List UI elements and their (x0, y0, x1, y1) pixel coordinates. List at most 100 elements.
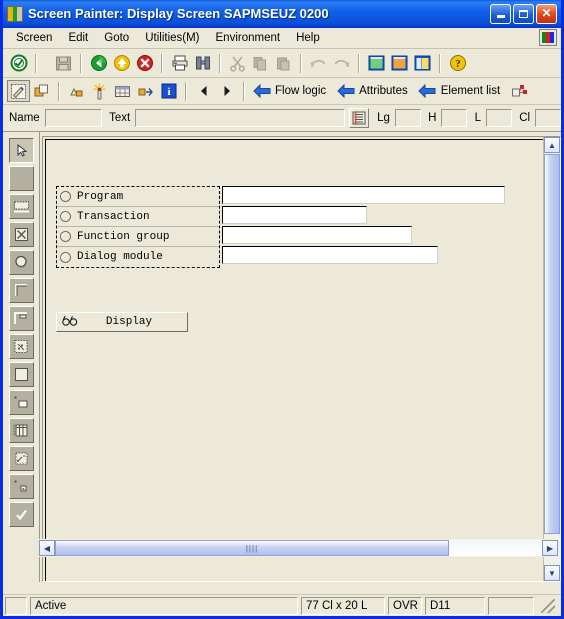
scroll-left-arrow[interactable]: ◀ (39, 540, 55, 556)
menu-item-screen[interactable]: Screen (8, 31, 60, 46)
frame-tool[interactable] (8, 278, 34, 303)
attributes-label: Attributes (359, 85, 408, 97)
maximize-button[interactable] (513, 3, 534, 24)
radio-button-icon[interactable] (60, 251, 71, 263)
radio-row-program[interactable]: Program (57, 187, 219, 207)
menu-item-environment[interactable]: Environment (208, 31, 289, 46)
confirm-tool[interactable] (8, 502, 34, 527)
checkbox-tool[interactable] (8, 222, 34, 247)
find-binoculars-icon[interactable] (191, 52, 214, 74)
main-toolbar: ? (3, 49, 561, 78)
element-tree-icon[interactable] (508, 80, 531, 102)
minimize-button[interactable] (490, 3, 511, 24)
menu-item-utilities[interactable]: Utilities(M) (137, 31, 207, 46)
save-icon (52, 52, 75, 74)
status-dimensions: 77 Cl x 20 L (301, 596, 385, 615)
blue-left-arrow-icon (250, 80, 273, 102)
pushbutton-tool[interactable] (8, 390, 34, 415)
scroll-down-arrow[interactable]: ▼ (544, 565, 560, 581)
radio-button-icon[interactable] (60, 231, 71, 242)
scroll-right-arrow[interactable]: ▶ (542, 540, 558, 556)
radio-row-dialog-module[interactable]: Dialog module (57, 247, 219, 267)
name-label: Name (9, 112, 40, 124)
radio-label-function-group: Function group (77, 230, 170, 243)
exit-yellow-arrow-icon[interactable] (110, 52, 133, 74)
radio-button-icon[interactable] (60, 191, 71, 202)
menu-bar: Screen Edit Goto Utilities(M) Environmen… (3, 28, 561, 49)
l-input[interactable] (486, 109, 512, 127)
canvas-horizontal-scrollbar[interactable]: ◀ |||| ▶ (39, 539, 558, 557)
enter-check-icon[interactable] (7, 52, 30, 74)
blank-tool[interactable] (8, 166, 34, 191)
menu-item-help[interactable]: Help (288, 31, 328, 46)
status-insert-mode[interactable]: OVR (388, 596, 422, 615)
window-orange-icon[interactable] (388, 52, 411, 74)
lg-input[interactable] (394, 109, 421, 127)
help-question-icon[interactable]: ? (446, 52, 469, 74)
subscreen-tool[interactable] (8, 306, 34, 331)
info-blue-icon[interactable]: i (157, 80, 180, 102)
status-extra (488, 596, 534, 615)
attribute-bar: Name Text Lg H L Cl (3, 105, 561, 132)
canvas-vertical-scrollbar[interactable]: ▲ ▼ (543, 137, 560, 581)
table-control-icon[interactable] (111, 80, 134, 102)
attribute-list-icon[interactable] (348, 108, 370, 128)
next-arrow-icon[interactable] (215, 80, 238, 102)
cancel-red-x-icon[interactable] (133, 52, 156, 74)
display-button[interactable]: Display (56, 312, 188, 332)
custom-control-tool[interactable] (8, 334, 34, 359)
lg-label: Lg (377, 112, 390, 124)
h-input[interactable] (441, 109, 468, 127)
radio-row-function-group[interactable]: Function group (57, 227, 219, 247)
program-input[interactable] (222, 186, 505, 204)
status-message: Active (30, 596, 298, 615)
scroll-up-arrow[interactable]: ▲ (544, 137, 560, 153)
text-field-tool[interactable] (8, 194, 34, 219)
sap-screen-painter-icon (7, 5, 23, 22)
close-button[interactable]: ✕ (536, 3, 557, 24)
table-control-tool[interactable] (8, 418, 34, 443)
element-list-button[interactable]: Element list (416, 80, 508, 102)
status-icon-tool[interactable] (8, 474, 34, 499)
menu-item-goto[interactable]: Goto (96, 31, 137, 46)
resize-grip-icon[interactable] (541, 598, 555, 613)
radio-button-icon[interactable] (60, 211, 71, 222)
transaction-input[interactable] (222, 206, 367, 224)
back-green-arrow-icon[interactable] (87, 52, 110, 74)
function-group-input[interactable] (222, 226, 412, 244)
resize-grip-cell[interactable] (537, 597, 559, 615)
vertical-scroll-thumb[interactable] (544, 154, 560, 534)
horizontal-scroll-track[interactable]: |||| (55, 540, 542, 556)
copy-element-icon[interactable] (30, 80, 53, 102)
radio-button-group[interactable]: Program Transaction Function group Dialo… (56, 186, 220, 268)
flow-logic-button[interactable]: Flow logic (250, 80, 334, 102)
window-yellow-icon[interactable] (411, 52, 434, 74)
cl-input[interactable] (535, 109, 561, 127)
horizontal-scroll-thumb[interactable]: |||| (55, 540, 449, 556)
radio-button-tool[interactable] (8, 250, 34, 275)
graphical-layout-editor-icon[interactable] (7, 80, 30, 102)
wizard-magic-icon[interactable] (88, 80, 111, 102)
screen-canvas[interactable]: Program Transaction Function group Dialo… (42, 136, 561, 582)
attributes-button[interactable]: Attributes (334, 80, 416, 102)
dialog-module-input[interactable] (222, 246, 438, 264)
screen-canvas-inner[interactable]: Program Transaction Function group Dialo… (45, 139, 543, 581)
previous-arrow-icon[interactable] (192, 80, 215, 102)
pointer-tool[interactable] (8, 138, 34, 163)
blue-left-arrow-icon (416, 80, 439, 102)
name-input[interactable] (44, 109, 102, 127)
color-bars-icon[interactable] (539, 29, 557, 46)
element-arrange-icon[interactable] (134, 80, 157, 102)
box-tool[interactable] (8, 362, 34, 387)
print-icon[interactable] (168, 52, 191, 74)
menu-item-edit[interactable]: Edit (60, 31, 96, 46)
cut-scissors-icon (226, 52, 249, 74)
element-list-label: Element list (440, 85, 501, 97)
status-bar: Active 77 Cl x 20 L OVR D11 (3, 594, 561, 616)
text-input[interactable] (135, 109, 345, 127)
window-green-icon[interactable] (365, 52, 388, 74)
status-cell-icon (5, 596, 27, 615)
radio-row-transaction[interactable]: Transaction (57, 207, 219, 227)
tabstrip-tool[interactable] (8, 446, 34, 471)
element-group-icon[interactable] (65, 80, 88, 102)
